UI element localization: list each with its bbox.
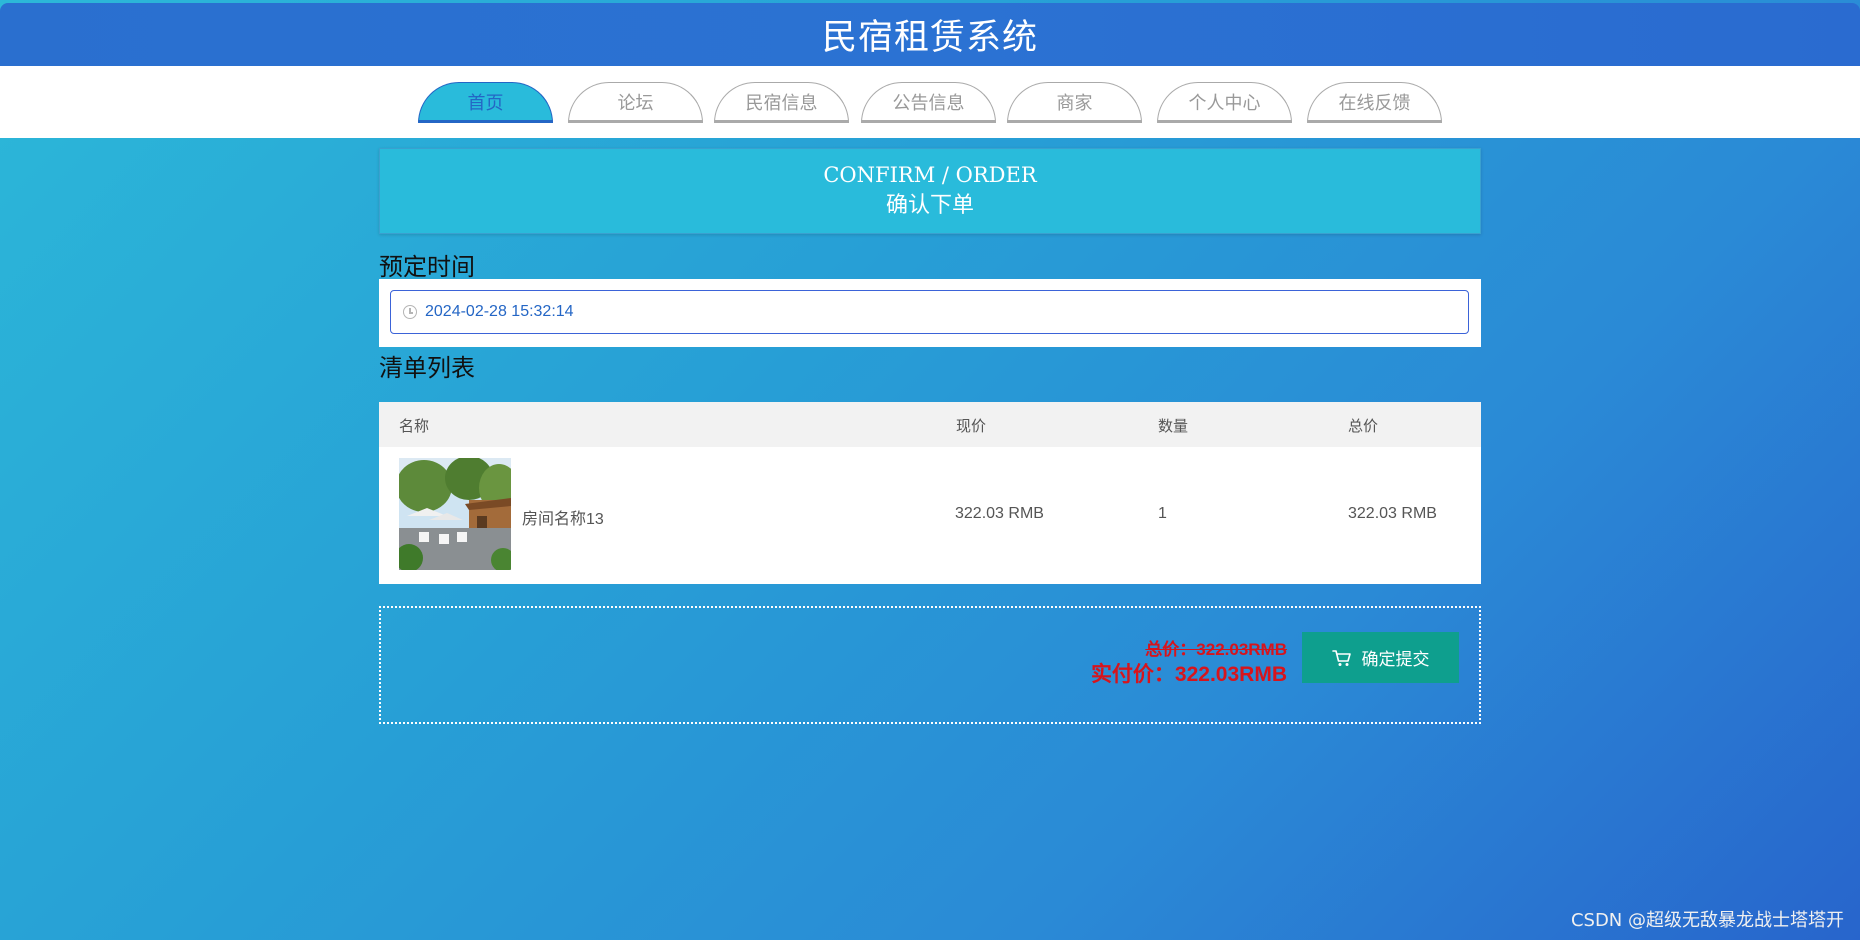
tab-homestay-info[interactable]: 民宿信息: [714, 82, 849, 123]
tab-forum[interactable]: 论坛: [568, 82, 703, 123]
order-summary-panel: 总价：322.03RMB 实付价：322.03RMB 确定提交: [379, 606, 1481, 724]
main-nav: 首页 论坛 民宿信息 公告信息 商家 个人中心 在线反馈: [0, 66, 1860, 138]
tab-merchants[interactable]: 商家: [1007, 82, 1142, 123]
tab-personal-center[interactable]: 个人中心: [1157, 82, 1292, 123]
tab-feedback[interactable]: 在线反馈: [1307, 82, 1442, 123]
table-header: 名称 现价 数量 总价: [379, 402, 1481, 447]
original-total-price: 总价：322.03RMB: [1145, 640, 1287, 659]
banner-title-en: CONFIRM / ORDER: [823, 163, 1037, 187]
order-table: 名称 现价 数量 总价 房间名称13 322.03 RMB 1 322.03 R…: [379, 402, 1481, 584]
app-title: 民宿租赁系统: [821, 18, 1038, 58]
column-price: 现价: [956, 417, 987, 435]
room-total: 322.03 RMB: [1348, 505, 1437, 522]
reservation-time-input[interactable]: 2024-02-28 15:32:14: [390, 290, 1469, 334]
column-quantity: 数量: [1158, 417, 1189, 435]
tab-announcements[interactable]: 公告信息: [861, 82, 996, 123]
tab-home[interactable]: 首页: [418, 82, 553, 123]
reservation-time-label: 预定时间: [379, 253, 475, 281]
column-total: 总价: [1348, 417, 1379, 435]
column-name: 名称: [399, 417, 430, 435]
banner-title-cn: 确认下单: [885, 193, 974, 218]
watermark: CSDN @超级无敌暴龙战士塔塔开: [1570, 910, 1844, 931]
clock-icon: [403, 305, 417, 319]
submit-order-button[interactable]: 确定提交: [1302, 632, 1459, 683]
cart-list-label: 清单列表: [379, 354, 475, 382]
room-name: 房间名称13: [522, 511, 604, 528]
room-price: 322.03 RMB: [955, 505, 1044, 522]
submit-order-label: 确定提交: [1361, 650, 1430, 670]
room-thumbnail: [399, 458, 511, 570]
actual-payment-price: 实付价：322.03RMB: [1090, 663, 1287, 686]
app-header: 民宿租赁系统: [0, 3, 1860, 66]
table-row: 房间名称13 322.03 RMB 1 322.03 RMB: [379, 447, 1481, 584]
cart-icon: [1331, 649, 1352, 667]
room-quantity: 1: [1158, 505, 1167, 522]
reservation-time-value: 2024-02-28 15:32:14: [425, 303, 574, 320]
page-banner: CONFIRM / ORDER 确认下单: [379, 148, 1481, 234]
reservation-time-panel: 2024-02-28 15:32:14: [379, 279, 1481, 347]
